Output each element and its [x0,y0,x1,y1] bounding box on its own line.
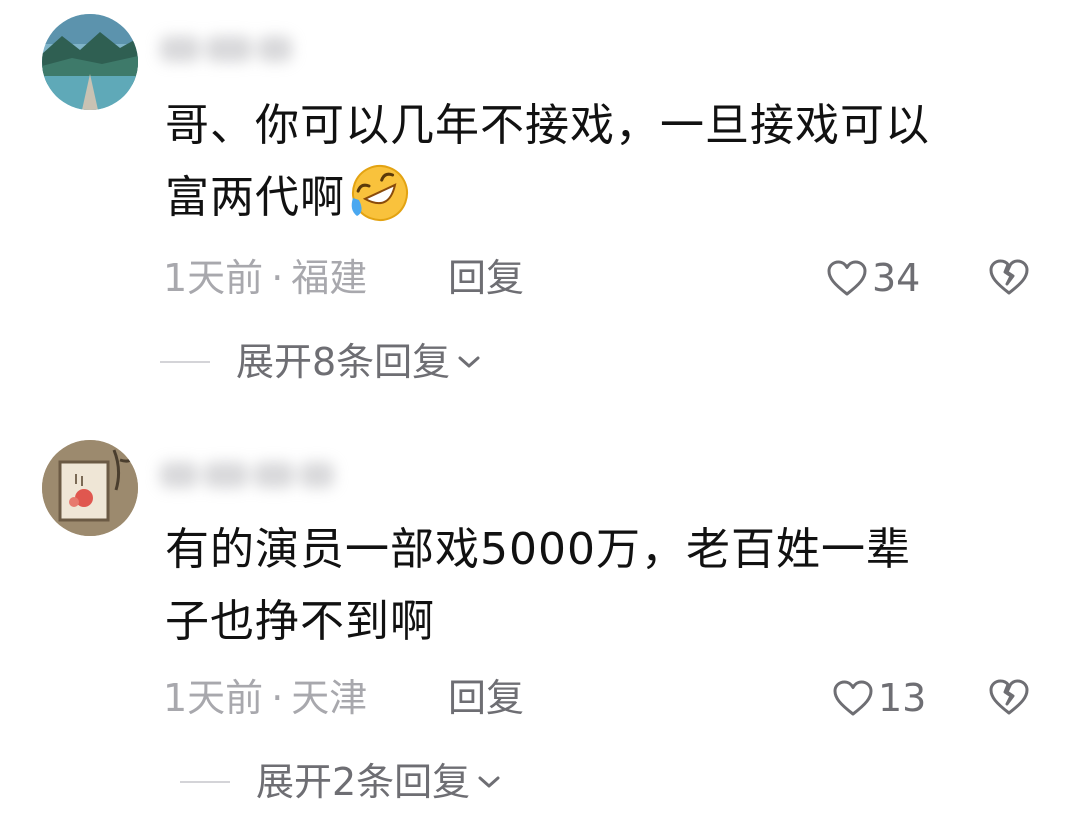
like-count: 34 [872,256,921,300]
dislike-button[interactable] [988,258,1030,300]
chevron-down-icon [478,776,500,788]
comment-meta: 1天前 · 福建 [163,254,367,302]
comment-text-line: 有的演员一部戏5000万，老百姓一辈 [165,524,911,575]
comment-text-line: 子也挣不到啊 [165,596,435,647]
comment-text-line: 哥、你可以几年不接戏，一旦接戏可以 [165,100,930,151]
heart-icon [833,680,873,716]
dislike-button[interactable] [988,678,1030,720]
expand-replies-label: 展开2条回复 [256,760,471,804]
reply-button[interactable]: 回复 [448,674,524,722]
rolling-on-floor-laughing-emoji-icon [347,162,413,246]
comment-location: 天津 [291,676,368,720]
comment-meta: 1天前 · 天津 [163,674,367,722]
like-button[interactable]: 34 [826,254,920,302]
comment-text: 有的演员一部戏5000万，老百姓一辈 子也挣不到啊 [165,514,1045,658]
broken-heart-icon [989,259,1029,295]
comment-time: 1天前 [163,676,264,720]
avatar[interactable] [42,440,138,536]
comment-text-line: 富两代啊 [165,162,1045,246]
divider-dash [160,361,210,363]
comment-text-line-2: 富两代啊 [165,172,345,223]
avatar[interactable] [42,14,138,110]
divider-dash [180,781,230,783]
broken-heart-icon [989,679,1029,715]
like-count: 13 [878,676,927,720]
username-blurred[interactable] [160,26,320,72]
expand-replies-label: 展开8条回复 [236,340,451,384]
heart-icon [827,260,867,296]
like-button[interactable]: 13 [832,674,926,722]
comment-text: 哥、你可以几年不接戏，一旦接戏可以 富两代啊 [165,90,1045,246]
comment-time: 1天前 [163,256,264,300]
expand-replies-button[interactable]: 展开2条回复 [180,758,502,806]
separator-dot: · [271,256,284,300]
reply-button[interactable]: 回复 [448,254,524,302]
expand-replies-button[interactable]: 展开8条回复 [160,338,482,386]
comment-location: 福建 [291,256,368,300]
username-blurred[interactable] [160,452,340,498]
separator-dot: · [271,676,284,720]
chevron-down-icon [458,356,480,368]
